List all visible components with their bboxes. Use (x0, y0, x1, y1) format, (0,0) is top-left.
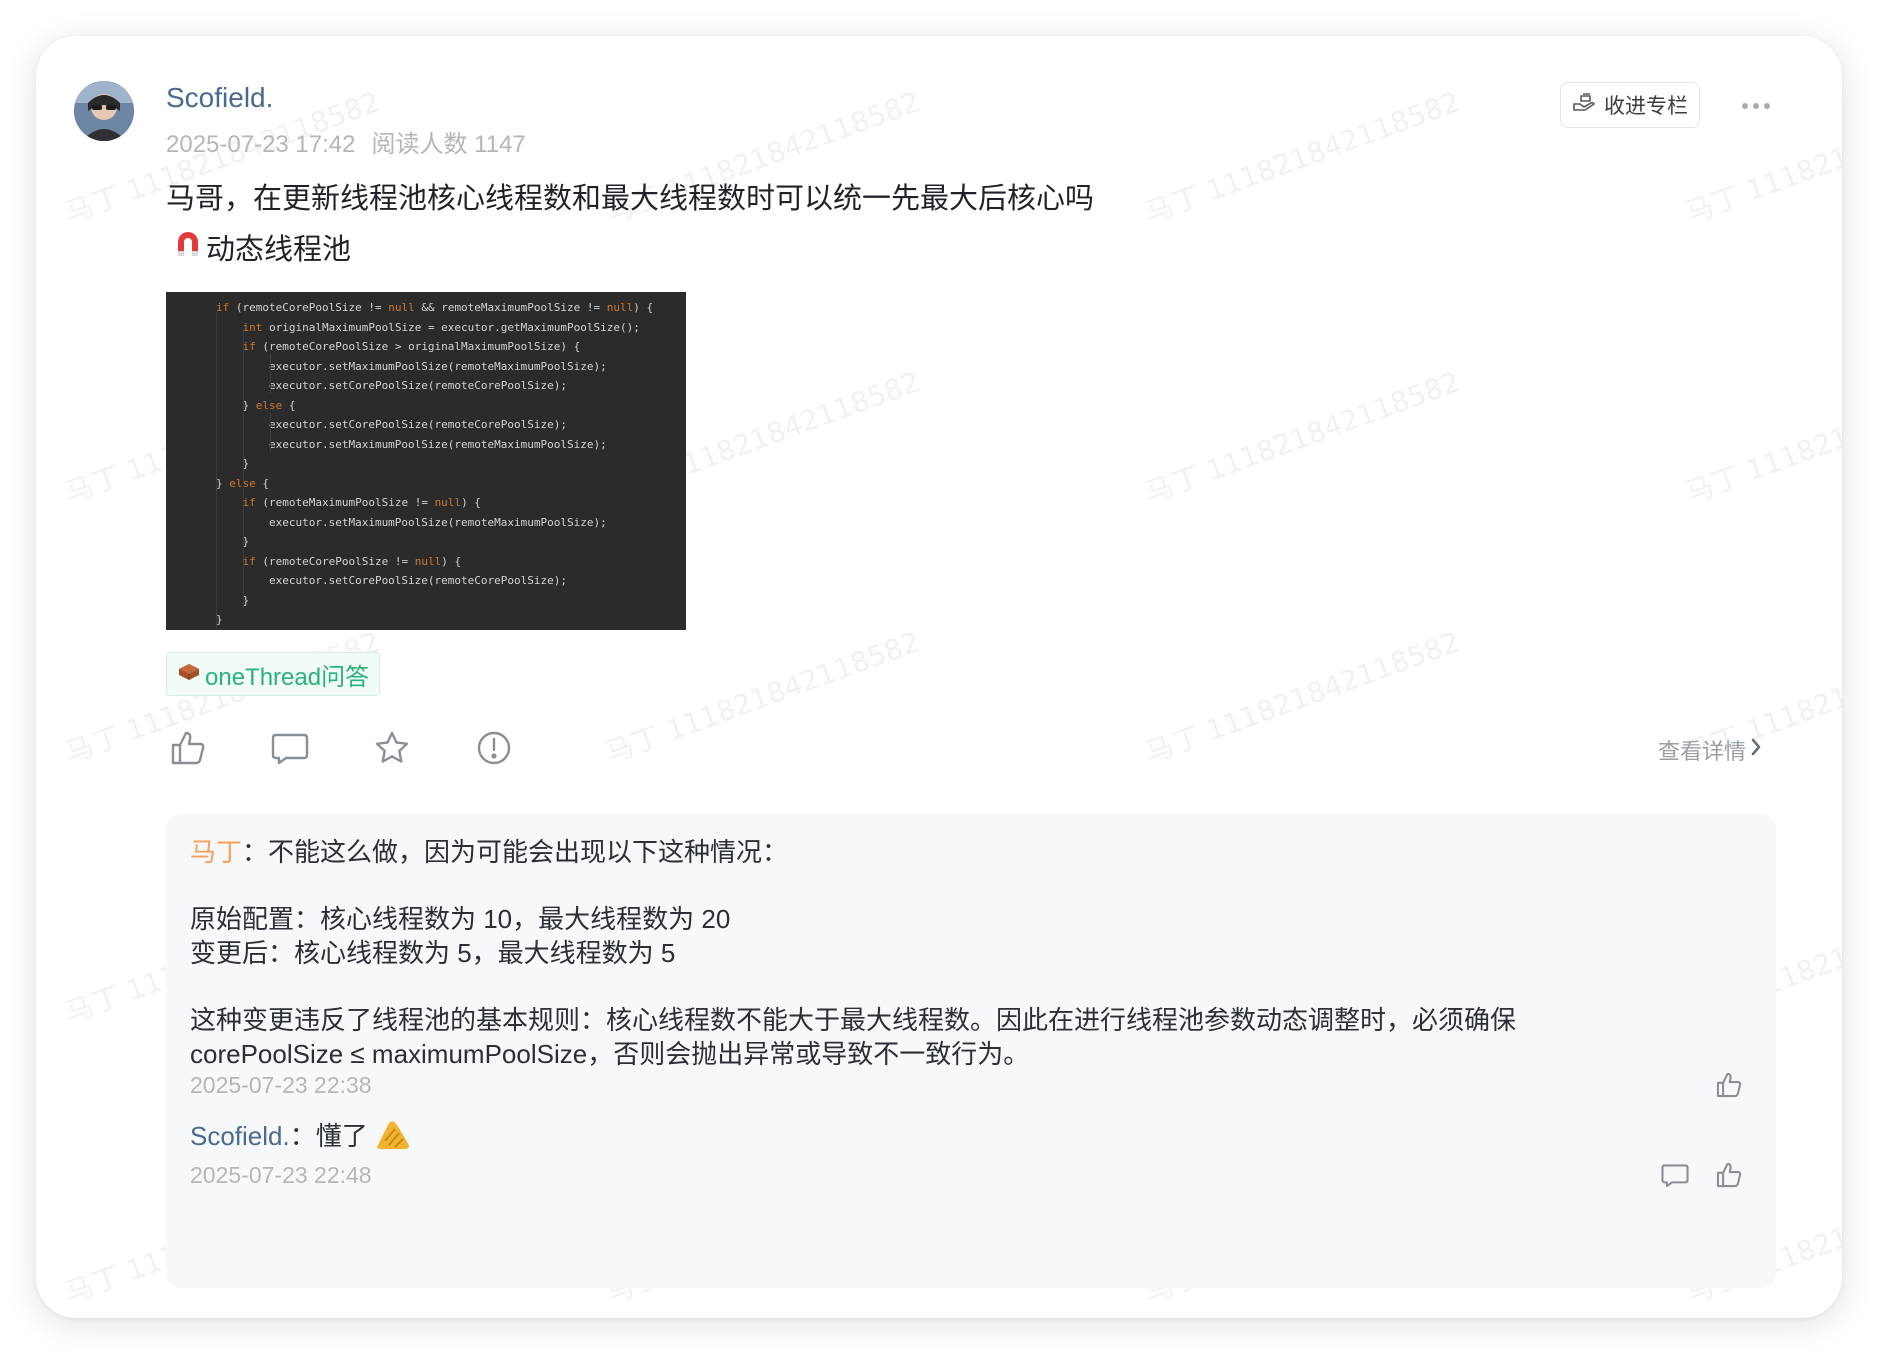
brick-icon (177, 660, 201, 689)
reply-1-header: 马丁：不能这么做，因为可能会出现以下这种情况： (190, 832, 788, 872)
reply-separator: ： (289, 1121, 316, 1151)
detail-label: 查看详情 (1658, 739, 1747, 764)
code-line: } (216, 593, 250, 607)
like-icon[interactable] (166, 726, 210, 770)
reply-text: 不能这么做，因为可能会出现以下这种情况： (268, 837, 789, 867)
view-detail-link[interactable]: 查看详情 (1658, 734, 1762, 766)
like-icon[interactable] (1712, 1158, 1746, 1192)
reply-time: 2025-07-23 22:48 (190, 1162, 372, 1188)
post-actions (166, 726, 516, 770)
watermark: 马丁 1118218421185​82 (600, 625, 925, 770)
post-text: 马哥，在更新线程池核心线程数和最大线程数时可以统一先最大后核心吗 (166, 183, 1095, 215)
more-icon[interactable] (1736, 92, 1776, 120)
code-line: if (remoteCorePoolSize != null && remote… (216, 301, 654, 314)
author-name[interactable]: Scofield. (166, 82, 273, 114)
code-line: if (remoteMaximumPoolSize != null) { (242, 496, 481, 509)
code-line: } (216, 613, 223, 626)
code-line: executor.setMaximumPoolSize(remoteMaximu… (216, 515, 607, 529)
star-icon[interactable] (370, 726, 414, 770)
code-screenshot[interactable]: if (remoteCorePoolSize != null && remote… (166, 292, 686, 630)
code-line: executor.setMaximumPoolSize(remoteMaximu… (216, 437, 607, 451)
reply-author[interactable]: 马丁 (190, 837, 242, 867)
code-line: executor.setCorePoolSize(remoteCorePoolS… (216, 574, 567, 587)
code-line: } (216, 535, 250, 548)
watermark: 马丁 1118218421185​82 (1140, 85, 1465, 230)
collect-button[interactable]: 收进专栏 (1560, 82, 1700, 128)
like-icon[interactable] (1712, 1068, 1746, 1102)
code-line: executor.setCorePoolSize(remoteCorePoolS… (216, 418, 567, 431)
tag-label: oneThread问答 (205, 663, 370, 691)
collect-icon (1572, 92, 1596, 118)
watermark: 马丁 1118218421185​82 (1680, 365, 1842, 510)
code-line: } (216, 457, 250, 470)
code-line: } else { (216, 476, 269, 490)
reply-2-header: Scofield.：懂了 (190, 1116, 411, 1162)
code-line: if (remoteCorePoolSize != null) { (242, 554, 462, 568)
tag-chip[interactable]: oneThread问答 (166, 652, 381, 696)
topic-label: 动态线程池 (206, 234, 352, 266)
comment-icon[interactable] (268, 726, 312, 770)
reply-text: corePoolSize ≤ maximumPoolSize，否则会抛出异常或导… (190, 1039, 1030, 1069)
code-line: executor.setCorePoolSize(remoteCorePoolS… (216, 379, 567, 392)
watermark: 马丁 1118218421185​82 (1140, 365, 1465, 510)
watermark: 马丁 1118218421185​82 (1140, 625, 1465, 770)
code-line: int originalMaximumPoolSize = executor.g… (242, 320, 640, 334)
reply-separator: ： (242, 837, 269, 867)
reply-text: 懂了 (315, 1121, 368, 1151)
collect-label: 收进专栏 (1604, 95, 1688, 118)
page: 马丁 1118218421185​82 马丁 1118218421185​82 马丁… (0, 0, 1878, 1354)
post-views: 阅读人数 1147 (371, 131, 526, 158)
code-line: executor.setMaximumPoolSize(remoteMaximu… (216, 359, 607, 373)
report-icon[interactable] (472, 726, 516, 770)
topic-link[interactable]: 动态线程池 (174, 226, 351, 268)
comment-icon[interactable] (1658, 1158, 1692, 1192)
code-line: } else { (216, 398, 296, 412)
fist-icon (375, 1117, 411, 1162)
code-line: if (remoteCorePoolSize > originalMaximum… (242, 340, 581, 353)
chevron-right-icon (1750, 737, 1762, 763)
avatar[interactable] (74, 81, 134, 141)
reply-author[interactable]: Scofield. (190, 1121, 290, 1151)
post-meta: 2025-07-23 17:42 阅读人数 1147 (166, 124, 526, 159)
post-card: 马丁 1118218421185​82 马丁 1118218421185​82 马丁… (36, 36, 1842, 1318)
reply-box: 马丁：不能这么做，因为可能会出现以下这种情况： 原始配置：核心线程数为 10，最… (166, 814, 1776, 1288)
post-date: 2025-07-23 17:42 (166, 131, 356, 158)
reply-time: 2025-07-23 22:38 (190, 1072, 372, 1098)
magnet-icon (174, 228, 202, 266)
reply-text: 变更后：核心线程数为 5，最大线程数为 5 (190, 938, 676, 968)
